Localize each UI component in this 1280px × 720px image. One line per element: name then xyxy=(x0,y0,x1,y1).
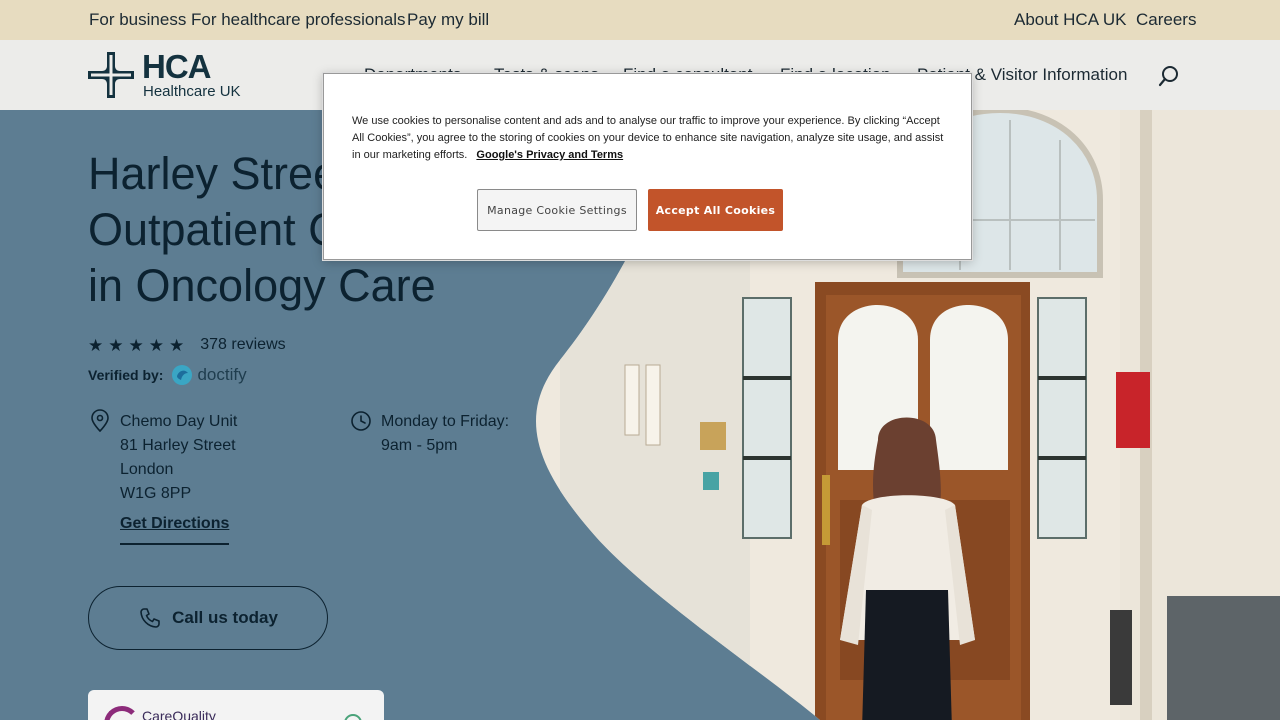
link-about-hca[interactable]: About HCA UK xyxy=(1014,10,1126,30)
star-icon: ★ xyxy=(169,335,185,355)
hours-line: 9am - 5pm xyxy=(381,437,458,454)
call-us-label: Call us today xyxy=(172,608,278,627)
call-us-button[interactable]: Call us today xyxy=(88,586,328,650)
utility-bar: For business For healthcare professional… xyxy=(0,0,1280,40)
link-healthcare-professionals[interactable]: For healthcare professionals xyxy=(191,10,406,30)
location-pin-icon xyxy=(91,409,109,433)
review-count[interactable]: 378 reviews xyxy=(200,336,285,354)
star-rating: ★ ★ ★ ★ ★ xyxy=(88,337,184,354)
address-block: Chemo Day Unit 81 Harley Street London W… xyxy=(120,410,237,506)
star-icon: ★ xyxy=(148,335,164,355)
link-careers[interactable]: Careers xyxy=(1136,10,1196,30)
address-line: 81 Harley Street xyxy=(120,437,236,454)
manage-cookie-settings-button[interactable]: Manage Cookie Settings xyxy=(477,189,637,231)
get-directions-link[interactable]: Get Directions xyxy=(120,515,230,545)
star-icon: ★ xyxy=(128,335,144,355)
verified-label: Verified by: xyxy=(88,367,164,383)
hca-logo[interactable]: HCA Healthcare UK xyxy=(88,48,258,102)
opening-hours: Monday to Friday: 9am - 5pm xyxy=(381,410,509,458)
link-for-business[interactable]: For business xyxy=(89,10,186,30)
clock-icon xyxy=(351,411,371,431)
star-icon: ★ xyxy=(88,335,104,355)
cookie-message: We use cookies to personalise content an… xyxy=(352,115,944,161)
address-line: London xyxy=(120,461,174,478)
doctify-wordmark: doctify xyxy=(197,365,247,384)
hca-cross-logo-icon xyxy=(88,52,134,98)
cqc-logo-icon xyxy=(104,706,140,720)
logo-wordmark: HCA xyxy=(142,48,211,85)
doctify-logo: doctify xyxy=(171,364,247,386)
cqc-rating-card[interactable]: CareQuality xyxy=(88,690,384,720)
rating-summary[interactable]: ★ ★ ★ ★ ★ 378 reviews xyxy=(88,334,286,356)
link-pay-my-bill[interactable]: Pay my bill xyxy=(407,10,489,30)
hours-line: Monday to Friday: xyxy=(381,413,510,430)
privacy-terms-link[interactable]: Google's Privacy and Terms xyxy=(476,149,623,161)
search-icon[interactable] xyxy=(1157,64,1181,88)
address-line: Chemo Day Unit xyxy=(120,413,238,430)
doctify-icon xyxy=(172,365,193,385)
address-line: W1G 8PP xyxy=(120,485,192,502)
phone-icon xyxy=(140,608,160,628)
cookie-consent-dialog: We use cookies to personalise content an… xyxy=(323,73,972,260)
accept-all-cookies-button[interactable]: Accept All Cookies xyxy=(648,189,783,231)
check-circle-icon xyxy=(344,714,362,720)
verified-by: Verified by: doctify xyxy=(88,362,247,388)
logo-subtitle: Healthcare UK xyxy=(143,83,241,100)
star-icon: ★ xyxy=(108,335,124,355)
cqc-label: CareQuality xyxy=(142,708,216,720)
